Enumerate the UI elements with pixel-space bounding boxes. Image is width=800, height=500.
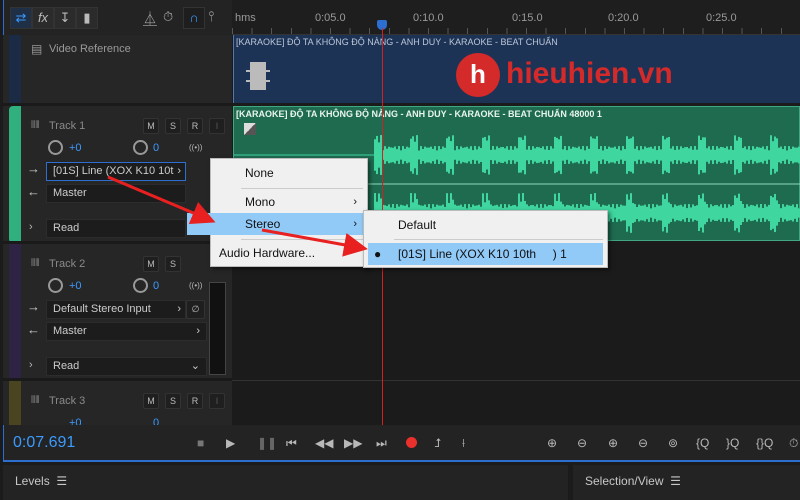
zoom-in-point-icon[interactable]: {Q: [696, 436, 709, 450]
fast-forward-icon[interactable]: ▶▶: [344, 436, 362, 450]
record-button[interactable]: [406, 437, 417, 448]
zoom-in-time-icon[interactable]: ⊕: [608, 436, 618, 450]
zoom-selection-icon[interactable]: {}Q: [756, 436, 773, 450]
zoom-out-time-icon[interactable]: ⊖: [638, 436, 648, 450]
zoom-in-amplitude-icon[interactable]: ⊕: [547, 436, 557, 450]
play-icon[interactable]: ▶: [226, 436, 235, 450]
skip-to-start-icon[interactable]: ⏮: [286, 436, 297, 451]
loop-playback-icon[interactable]: ⮥: [434, 436, 441, 451]
current-time: 0:07.691: [13, 434, 76, 451]
levels-panel: Levels ☰: [3, 465, 568, 500]
skip-to-end-icon[interactable]: ⏭: [376, 436, 387, 451]
zoom-out-point-icon[interactable]: }Q: [726, 436, 739, 450]
selection-view-panel: Selection/View ☰: [573, 465, 800, 500]
arrow-to-stereo: [107, 175, 216, 225]
panel-menu-icon[interactable]: ☰: [667, 474, 681, 488]
stop-icon[interactable]: ■: [197, 436, 204, 450]
panel-menu-icon[interactable]: ☰: [53, 474, 67, 488]
transport-bar: 0:07.691 ■ ▶ ❚❚ ⏮ ◀◀ ▶▶ ⏭ ⮥ ⟊ ⊕ ⊖ ⊕ ⊖ ⊚ …: [3, 425, 800, 462]
skip-selection-icon[interactable]: ⟊: [462, 436, 465, 451]
arrow-to-line-input: [261, 228, 368, 257]
selection-view-panel-title: Selection/View: [585, 474, 664, 488]
pause-icon[interactable]: ❚❚: [257, 436, 277, 450]
zoom-full-icon[interactable]: ⊚: [668, 436, 678, 450]
rewind-icon[interactable]: ◀◀: [315, 436, 333, 450]
levels-panel-title: Levels: [15, 474, 50, 488]
zoom-out-amplitude-icon[interactable]: ⊖: [577, 436, 587, 450]
zoom-time-icon[interactable]: ⏱: [789, 436, 798, 451]
